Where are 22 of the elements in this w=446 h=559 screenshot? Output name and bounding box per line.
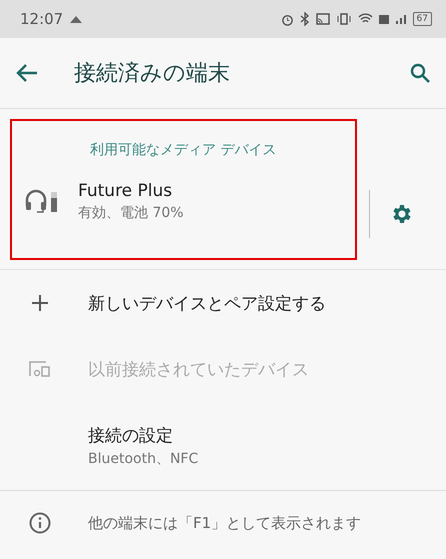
plus-icon [32, 295, 48, 311]
vibrate-icon [336, 13, 352, 25]
battery-indicator: 67 [412, 12, 432, 26]
device-name[interactable]: Future Plus [78, 180, 184, 200]
menu-item[interactable]: 接続の設定 [88, 424, 198, 447]
cast-icon [316, 13, 330, 25]
menu-item[interactable]: 新しいデバイスとペア設定する [88, 292, 326, 314]
devices-icon [29, 361, 51, 377]
section-header: 利用可能なメディア デバイス [90, 140, 278, 158]
screen-title: 接続済みの端末 [74, 60, 231, 88]
item-summary: Bluetooth、NFC [88, 450, 198, 468]
bluetooth-icon [300, 12, 310, 26]
signal-icon [378, 13, 407, 25]
headset-icon [24, 188, 60, 214]
search-icon[interactable] [410, 63, 430, 83]
info-icon [29, 512, 51, 534]
device-status: 有効、電池 70% [78, 204, 184, 222]
device-name-notice: 他の端末には「F1」として表示されます [88, 514, 362, 532]
back-icon[interactable] [16, 64, 38, 82]
alarm-icon [280, 12, 294, 26]
clock: 12:07 [20, 10, 64, 28]
wifi-icon [358, 13, 373, 25]
